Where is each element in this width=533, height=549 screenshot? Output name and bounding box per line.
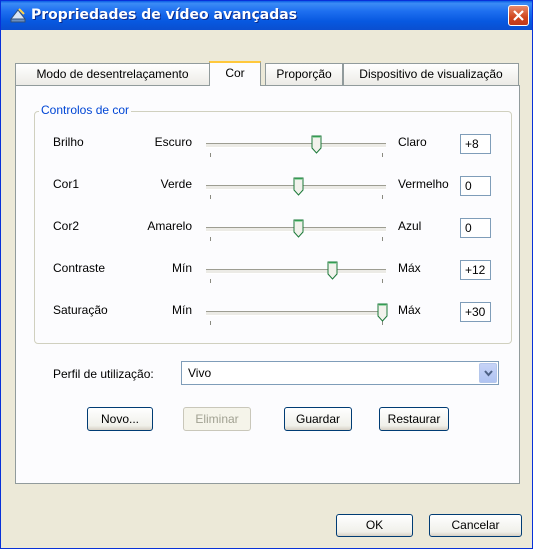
slider-tick-min [210,321,211,325]
slider-max-label: Máx [398,303,421,317]
profile-selected-value: Vivo [188,366,212,380]
slider-max-label: Claro [398,135,427,149]
restore-button-label: Restaurar [387,412,441,426]
slider-tick-min [210,153,211,157]
color-controls-legend: Controlos de cor [39,103,132,117]
slider-name-label: Cor1 [53,177,80,191]
cancel-button-label: Cancelar [451,518,500,532]
save-button-label: Guardar [295,412,341,426]
slider-tick-max [382,279,383,283]
profile-label: Perfil de utilização: [53,367,154,381]
slider-thumb[interactable] [293,219,304,239]
display-properties-icon [9,8,27,23]
slider-value-field[interactable]: 0 [460,218,491,238]
slider-name-label: Saturação [53,303,108,317]
slider-name-label: Contraste [53,261,106,275]
slider-tick-min [210,237,211,241]
slider-tick-max [382,237,383,241]
slider-value-field[interactable]: +12 [460,260,491,280]
tab-aspect-ratio[interactable]: Proporção [265,63,343,85]
delete-button[interactable]: Eliminar [183,407,251,431]
slider-tick-max [382,153,383,157]
slider-max-label: Vermelho [398,177,449,191]
slider-value-field[interactable]: +8 [460,134,491,154]
slider-thumb[interactable] [327,261,338,281]
slider-max-label: Azul [398,219,422,233]
slider-value-field[interactable]: +30 [460,302,491,322]
tab-label: Proporção [276,67,332,81]
save-button[interactable]: Guardar [284,407,352,431]
slider-track[interactable] [206,269,386,274]
slider-thumb[interactable] [293,177,304,197]
slider-track[interactable] [206,311,386,316]
slider-min-label: Amarelo [147,219,192,233]
tab-label: Dispositivo de visualização [359,67,503,81]
ok-button-label: OK [365,518,384,532]
slider-tick-max [382,195,383,199]
advanced-video-properties-dialog: Propriedades de vídeo avançadas Modo de … [0,0,533,549]
profile-select[interactable]: Vivo [181,361,499,385]
slider-name-label: Cor2 [53,219,80,233]
delete-button-label: Eliminar [195,412,239,426]
close-icon [513,10,524,21]
tab-color[interactable]: Cor [209,61,261,86]
tab-label: Cor [225,66,245,80]
new-button[interactable]: Novo... [87,407,153,431]
slider-tick-min [210,279,211,283]
restore-button[interactable]: Restaurar [379,407,449,431]
slider-max-label: Máx [398,261,421,275]
tab-display-device[interactable]: Dispositivo de visualização [343,63,519,85]
new-button-label: Novo... [100,412,139,426]
profile-dropdown-button[interactable] [479,363,497,383]
slider-min-label: Verde [160,177,192,191]
slider-tick-min [210,195,211,199]
ok-button[interactable]: OK [336,514,413,537]
close-button[interactable] [508,5,529,26]
slider-thumb[interactable] [311,135,322,155]
window-title: Propriedades de vídeo avançadas [31,7,298,23]
slider-min-label: Mín [171,261,192,275]
slider-min-label: Escuro [154,135,192,149]
chevron-down-icon [484,370,493,377]
slider-value-field[interactable]: 0 [460,176,491,196]
slider-thumb[interactable] [377,303,388,323]
slider-name-label: Brilho [53,135,84,149]
tab-deinterlace-mode[interactable]: Modo de desentrelaçamento [15,63,210,85]
title-bar[interactable]: Propriedades de vídeo avançadas [1,1,532,30]
tab-label: Modo de desentrelaçamento [36,67,189,81]
slider-track[interactable] [206,143,386,148]
cancel-button[interactable]: Cancelar [429,514,522,537]
slider-min-label: Mín [171,303,192,317]
